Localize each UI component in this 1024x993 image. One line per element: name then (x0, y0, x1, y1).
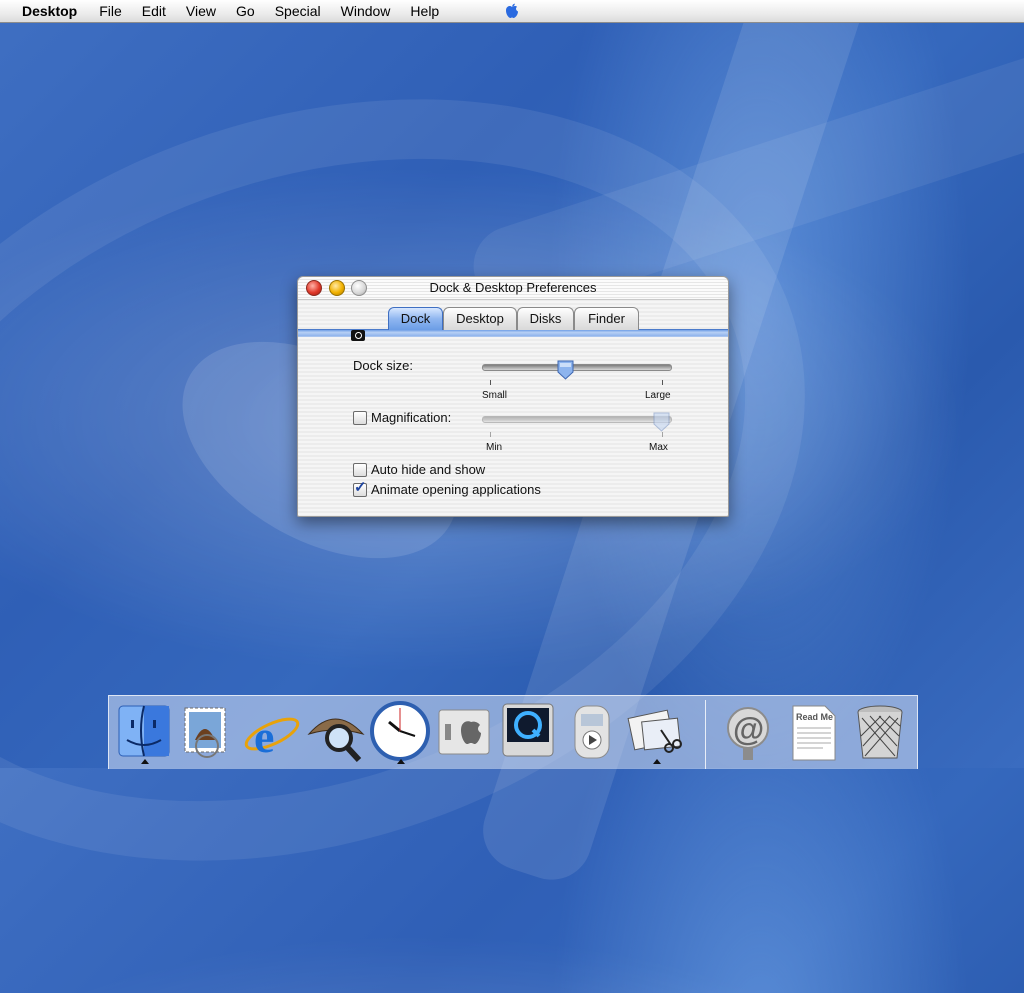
document-icon: Read Me (792, 705, 836, 761)
magnification-max-label: Max (649, 442, 668, 453)
mail-stamp-icon (184, 707, 226, 758)
slider-tick (662, 380, 663, 385)
magnification-label: Magnification: (371, 410, 452, 425)
magnification-checkbox[interactable] (353, 411, 367, 425)
read-me-label: Read Me (796, 712, 833, 722)
dock-item-sherlock[interactable] (305, 700, 367, 764)
at-sign-icon: @ (727, 707, 769, 760)
menu-bar: Desktop File Edit View Go Special Window… (0, 0, 1024, 23)
dock-item-internet-explorer[interactable]: e (241, 700, 303, 764)
auto-hide-checkbox[interactable] (353, 463, 367, 477)
animate-label: Animate opening applications (371, 482, 541, 497)
internet-explorer-icon: e (244, 711, 300, 762)
animate-checkbox[interactable]: ✓ (353, 479, 367, 497)
tab-dock[interactable]: Dock (388, 307, 443, 330)
dock-item-clock[interactable] (369, 700, 431, 764)
sherlock-hat-magnifier-icon (307, 718, 365, 763)
dock-size-slider-thumb[interactable] (557, 360, 574, 380)
media-player-icon (574, 705, 610, 759)
running-indicator (653, 759, 661, 764)
dock-item-media-player[interactable] (561, 700, 623, 764)
menu-app-name[interactable]: Desktop (0, 0, 89, 22)
dock-size-label: Dock size: (353, 358, 413, 373)
slider-tick (490, 380, 491, 385)
menu-file[interactable]: File (89, 0, 132, 22)
clock-icon (370, 701, 430, 761)
dock-item-quicktime[interactable] (497, 700, 559, 764)
window-title: Dock & Desktop Preferences (429, 280, 597, 295)
menu-edit[interactable]: Edit (132, 0, 176, 22)
camera-icon (351, 330, 365, 341)
auto-hide-label: Auto hide and show (371, 462, 486, 477)
dock-size-min-label: Small (482, 390, 508, 401)
dock-item-mail[interactable] (177, 700, 239, 764)
finder-face-icon (118, 705, 170, 757)
tab-desktop[interactable]: Desktop (443, 307, 517, 330)
dock-item-read-me[interactable]: Read Me (783, 700, 845, 764)
running-indicator (397, 759, 405, 764)
dock-item-mail-link[interactable]: @ (717, 700, 779, 764)
slider-tick (662, 432, 663, 437)
trash-can-icon (857, 705, 903, 759)
tab-finder[interactable]: Finder (574, 307, 639, 330)
running-indicator (141, 759, 149, 764)
menu-window[interactable]: Window (331, 0, 401, 22)
menu-special[interactable]: Special (265, 0, 331, 22)
quicktime-icon (502, 703, 554, 757)
svg-text:@: @ (733, 711, 764, 747)
magnification-slider-thumb[interactable] (653, 412, 670, 432)
magnification-min-label: Min (486, 442, 503, 453)
window-titlebar[interactable]: Dock & Desktop Preferences (298, 277, 728, 300)
slider-tick (490, 432, 491, 437)
dock-size-slider[interactable] (482, 364, 672, 371)
windows-scissors-icon (627, 709, 682, 753)
dock: e @ Read Me (108, 695, 918, 769)
dock-item-preferences-app[interactable] (625, 700, 687, 764)
svg-text:e: e (254, 711, 274, 762)
apple-logo-icon[interactable] (503, 2, 521, 20)
checkmark-icon: ✓ (354, 479, 367, 496)
menu-view[interactable]: View (176, 0, 226, 22)
dock-item-system-preferences[interactable] (433, 700, 495, 764)
dock-divider (705, 700, 706, 769)
light-switch-apple-icon (438, 709, 490, 755)
dock-size-max-label: Large (645, 390, 671, 401)
menu-help[interactable]: Help (400, 0, 449, 22)
tab-disks[interactable]: Disks (517, 307, 574, 330)
dock-item-finder[interactable] (113, 700, 175, 764)
dock-desktop-preferences-window: Dock & Desktop Preferences Dock Desktop … (297, 276, 729, 517)
menu-go[interactable]: Go (226, 0, 265, 22)
magnification-slider[interactable] (482, 416, 672, 423)
dock-item-trash[interactable] (849, 700, 911, 764)
